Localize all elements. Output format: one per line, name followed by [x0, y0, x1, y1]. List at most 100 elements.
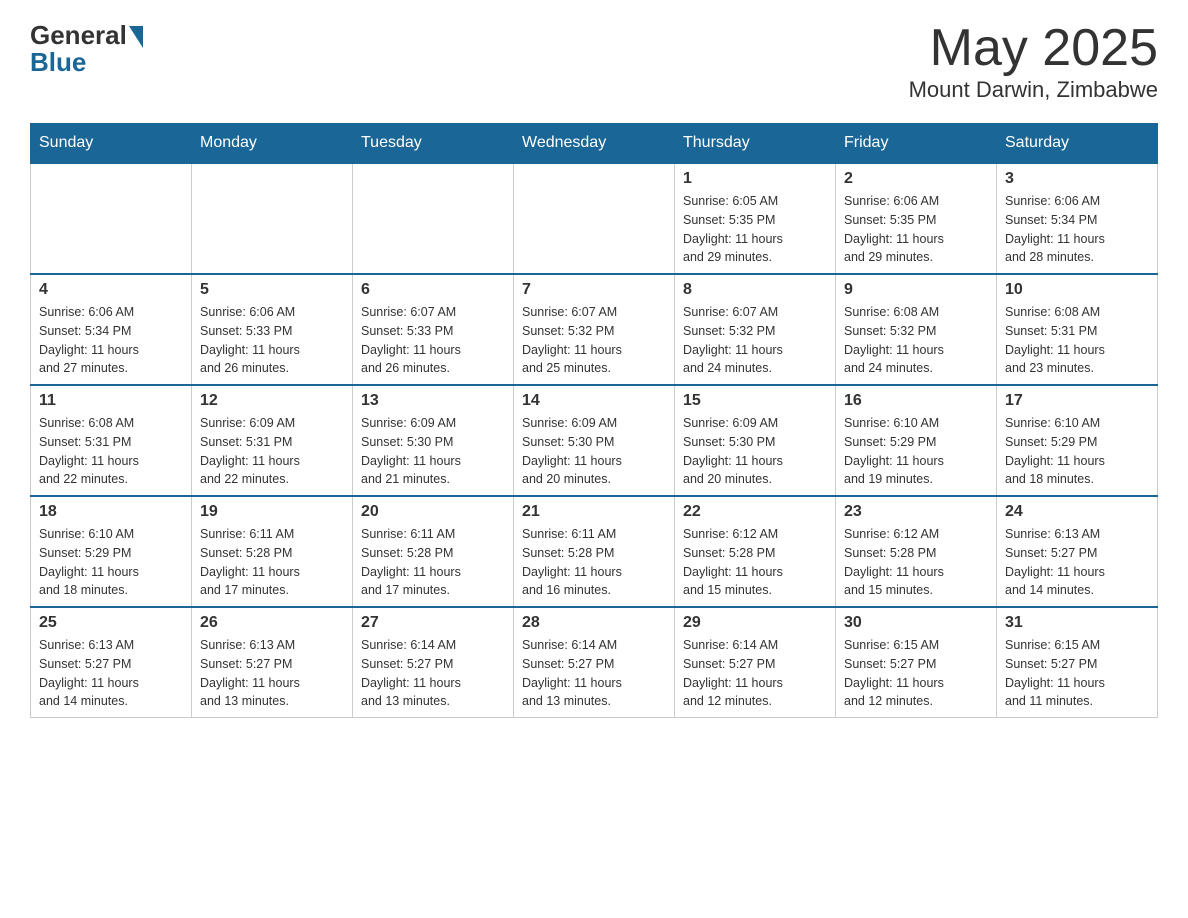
day-info: Sunrise: 6:15 AMSunset: 5:27 PMDaylight:…: [1005, 636, 1149, 711]
calendar-cell: 26 Sunrise: 6:13 AMSunset: 5:27 PMDayligh…: [192, 607, 353, 718]
day-info: Sunrise: 6:09 AMSunset: 5:30 PMDaylight:…: [522, 414, 666, 489]
calendar-cell: 1 Sunrise: 6:05 AMSunset: 5:35 PMDaylight…: [675, 163, 836, 274]
day-number: 5: [200, 281, 344, 299]
day-number: 21: [522, 503, 666, 521]
day-number: 20: [361, 503, 505, 521]
day-info: Sunrise: 6:12 AMSunset: 5:28 PMDaylight:…: [683, 525, 827, 600]
col-header-monday: Monday: [192, 124, 353, 164]
calendar-cell: 31 Sunrise: 6:15 AMSunset: 5:27 PMDayligh…: [997, 607, 1158, 718]
calendar-cell: 8 Sunrise: 6:07 AMSunset: 5:32 PMDaylight…: [675, 274, 836, 385]
day-number: 1: [683, 170, 827, 188]
calendar-cell: 20 Sunrise: 6:11 AMSunset: 5:28 PMDayligh…: [353, 496, 514, 607]
day-number: 3: [1005, 170, 1149, 188]
day-number: 4: [39, 281, 183, 299]
calendar-cell: [31, 163, 192, 274]
day-info: Sunrise: 6:13 AMSunset: 5:27 PMDaylight:…: [1005, 525, 1149, 600]
calendar-cell: [192, 163, 353, 274]
calendar-cell: 2 Sunrise: 6:06 AMSunset: 5:35 PMDaylight…: [836, 163, 997, 274]
calendar-cell: 15Sunrise: 6:09 AMSunset: 5:30 PMDayligh…: [675, 385, 836, 496]
col-header-thursday: Thursday: [675, 124, 836, 164]
day-info: Sunrise: 6:11 AMSunset: 5:28 PMDaylight:…: [361, 525, 505, 600]
calendar-cell: 6 Sunrise: 6:07 AMSunset: 5:33 PMDaylight…: [353, 274, 514, 385]
logo-triangle-icon: [129, 26, 143, 48]
calendar-cell: 14Sunrise: 6:09 AMSunset: 5:30 PMDayligh…: [514, 385, 675, 496]
day-info: Sunrise: 6:11 AMSunset: 5:28 PMDaylight:…: [200, 525, 344, 600]
day-number: 17: [1005, 392, 1149, 410]
day-info: Sunrise: 6:09 AMSunset: 5:31 PMDaylight:…: [200, 414, 344, 489]
location-subtitle: Mount Darwin, Zimbabwe: [909, 77, 1158, 103]
calendar-cell: 27 Sunrise: 6:14 AMSunset: 5:27 PMDayligh…: [353, 607, 514, 718]
day-number: 15: [683, 392, 827, 410]
col-header-sunday: Sunday: [31, 124, 192, 164]
calendar-cell: 18 Sunrise: 6:10 AMSunset: 5:29 PMDayligh…: [31, 496, 192, 607]
day-number: 13: [361, 392, 505, 410]
day-info: Sunrise: 6:10 AMSunset: 5:29 PMDaylight:…: [844, 414, 988, 489]
calendar-week-row: 25 Sunrise: 6:13 AMSunset: 5:27 PMDayligh…: [31, 607, 1158, 718]
day-info: Sunrise: 6:10 AMSunset: 5:29 PMDaylight:…: [39, 525, 183, 600]
day-number: 12: [200, 392, 344, 410]
day-number: 22: [683, 503, 827, 521]
day-number: 26: [200, 614, 344, 632]
calendar-week-row: 11Sunrise: 6:08 AMSunset: 5:31 PMDayligh…: [31, 385, 1158, 496]
calendar-cell: 24 Sunrise: 6:13 AMSunset: 5:27 PMDayligh…: [997, 496, 1158, 607]
day-number: 2: [844, 170, 988, 188]
col-header-saturday: Saturday: [997, 124, 1158, 164]
page-header: General Blue May 2025 Mount Darwin, Zimb…: [30, 20, 1158, 103]
day-info: Sunrise: 6:06 AMSunset: 5:35 PMDaylight:…: [844, 192, 988, 267]
calendar-cell: 23 Sunrise: 6:12 AMSunset: 5:28 PMDayligh…: [836, 496, 997, 607]
calendar-cell: 7Sunrise: 6:07 AMSunset: 5:32 PMDaylight…: [514, 274, 675, 385]
day-info: Sunrise: 6:06 AMSunset: 5:34 PMDaylight:…: [39, 303, 183, 378]
day-info: Sunrise: 6:14 AMSunset: 5:27 PMDaylight:…: [522, 636, 666, 711]
day-number: 6: [361, 281, 505, 299]
calendar-week-row: 18 Sunrise: 6:10 AMSunset: 5:29 PMDayligh…: [31, 496, 1158, 607]
day-number: 19: [200, 503, 344, 521]
day-info: Sunrise: 6:15 AMSunset: 5:27 PMDaylight:…: [844, 636, 988, 711]
day-info: Sunrise: 6:08 AMSunset: 5:31 PMDaylight:…: [1005, 303, 1149, 378]
calendar-cell: [353, 163, 514, 274]
day-info: Sunrise: 6:05 AMSunset: 5:35 PMDaylight:…: [683, 192, 827, 267]
calendar-cell: 13 Sunrise: 6:09 AMSunset: 5:30 PMDayligh…: [353, 385, 514, 496]
day-info: Sunrise: 6:07 AMSunset: 5:33 PMDaylight:…: [361, 303, 505, 378]
day-number: 29: [683, 614, 827, 632]
day-info: Sunrise: 6:14 AMSunset: 5:27 PMDaylight:…: [361, 636, 505, 711]
calendar-cell: 25Sunrise: 6:13 AMSunset: 5:27 PMDayligh…: [31, 607, 192, 718]
day-info: Sunrise: 6:07 AMSunset: 5:32 PMDaylight:…: [683, 303, 827, 378]
calendar-cell: 5 Sunrise: 6:06 AMSunset: 5:33 PMDaylight…: [192, 274, 353, 385]
day-info: Sunrise: 6:12 AMSunset: 5:28 PMDaylight:…: [844, 525, 988, 600]
day-info: Sunrise: 6:09 AMSunset: 5:30 PMDaylight:…: [361, 414, 505, 489]
day-info: Sunrise: 6:06 AMSunset: 5:33 PMDaylight:…: [200, 303, 344, 378]
day-number: 27: [361, 614, 505, 632]
calendar-cell: 17 Sunrise: 6:10 AMSunset: 5:29 PMDayligh…: [997, 385, 1158, 496]
day-number: 25: [39, 614, 183, 632]
calendar-week-row: 4 Sunrise: 6:06 AMSunset: 5:34 PMDaylight…: [31, 274, 1158, 385]
day-info: Sunrise: 6:13 AMSunset: 5:27 PMDaylight:…: [200, 636, 344, 711]
col-header-tuesday: Tuesday: [353, 124, 514, 164]
calendar-week-row: 1 Sunrise: 6:05 AMSunset: 5:35 PMDaylight…: [31, 163, 1158, 274]
logo: General Blue: [30, 20, 143, 78]
calendar-cell: 30 Sunrise: 6:15 AMSunset: 5:27 PMDayligh…: [836, 607, 997, 718]
calendar-header-row: SundayMondayTuesdayWednesdayThursdayFrid…: [31, 124, 1158, 164]
day-info: Sunrise: 6:11 AMSunset: 5:28 PMDaylight:…: [522, 525, 666, 600]
day-number: 31: [1005, 614, 1149, 632]
day-info: Sunrise: 6:10 AMSunset: 5:29 PMDaylight:…: [1005, 414, 1149, 489]
calendar-cell: 22 Sunrise: 6:12 AMSunset: 5:28 PMDayligh…: [675, 496, 836, 607]
day-number: 18: [39, 503, 183, 521]
day-number: 8: [683, 281, 827, 299]
calendar-cell: 16 Sunrise: 6:10 AMSunset: 5:29 PMDayligh…: [836, 385, 997, 496]
day-info: Sunrise: 6:08 AMSunset: 5:31 PMDaylight:…: [39, 414, 183, 489]
calendar-cell: 9Sunrise: 6:08 AMSunset: 5:32 PMDaylight…: [836, 274, 997, 385]
logo-blue-text: Blue: [30, 47, 86, 78]
calendar-cell: 21 Sunrise: 6:11 AMSunset: 5:28 PMDayligh…: [514, 496, 675, 607]
calendar-cell: 11Sunrise: 6:08 AMSunset: 5:31 PMDayligh…: [31, 385, 192, 496]
calendar-cell: [514, 163, 675, 274]
calendar-cell: 12 Sunrise: 6:09 AMSunset: 5:31 PMDayligh…: [192, 385, 353, 496]
day-number: 16: [844, 392, 988, 410]
col-header-wednesday: Wednesday: [514, 124, 675, 164]
calendar-cell: 10Sunrise: 6:08 AMSunset: 5:31 PMDayligh…: [997, 274, 1158, 385]
day-info: Sunrise: 6:06 AMSunset: 5:34 PMDaylight:…: [1005, 192, 1149, 267]
day-number: 30: [844, 614, 988, 632]
day-number: 9: [844, 281, 988, 299]
calendar-cell: 4 Sunrise: 6:06 AMSunset: 5:34 PMDaylight…: [31, 274, 192, 385]
day-number: 23: [844, 503, 988, 521]
day-number: 24: [1005, 503, 1149, 521]
